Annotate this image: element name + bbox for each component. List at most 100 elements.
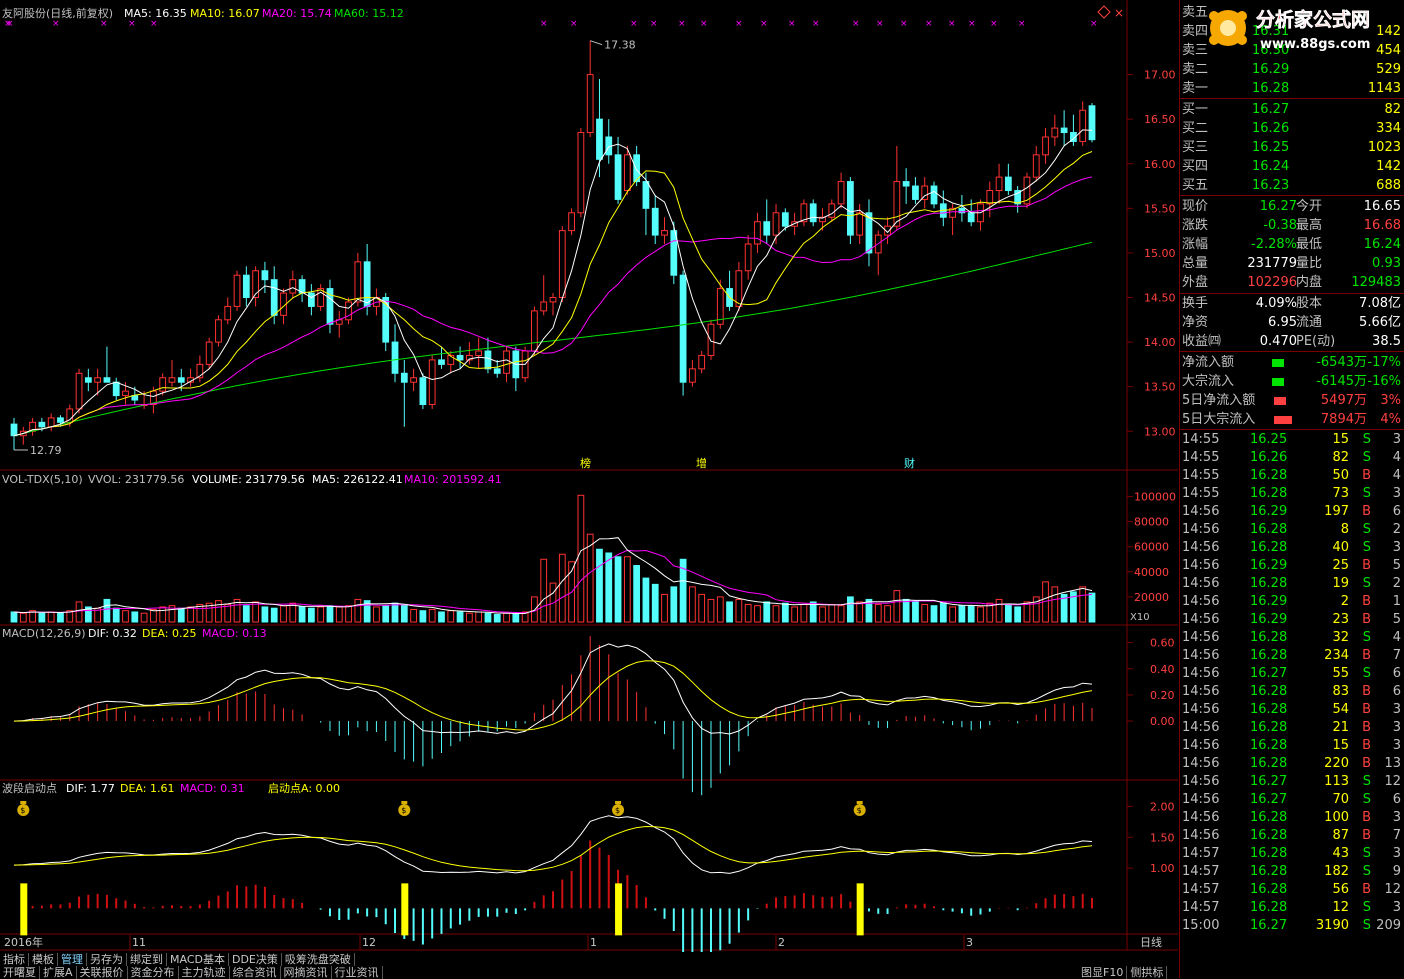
tab-manage[interactable]: 管理 (58, 953, 87, 966)
tick-volume: 182 (1324, 864, 1349, 879)
tab-indicator[interactable]: 指标 (0, 953, 29, 966)
ask-volume: 529 (1376, 62, 1401, 77)
tab-row2-2[interactable]: 关联报价 (77, 966, 128, 979)
tab-accumulate[interactable]: 吸筹洗盘突破 (282, 953, 355, 966)
price-tick: 16.00 (1144, 158, 1176, 171)
ask-price: 16.28 (1252, 81, 1290, 96)
volume-tick: 100000 (1134, 491, 1176, 504)
event-marker-bang[interactable]: 榜 (580, 456, 591, 470)
candle (224, 297, 232, 325)
stat-row: 换手 4.09% 股本 7.08亿 (1180, 295, 1404, 313)
tick-volume: 56 (1332, 882, 1349, 897)
tab-dde[interactable]: DDE决策 (229, 953, 282, 966)
tick-side: B (1362, 648, 1371, 663)
close-icon[interactable]: × (1114, 6, 1124, 20)
period-label[interactable]: 日线 (1140, 935, 1162, 949)
stat-value: 4.09% (1255, 296, 1297, 311)
bid-volume: 1023 (1367, 140, 1401, 155)
window-control-icons[interactable]: × (1097, 5, 1124, 20)
restore-icon[interactable] (1097, 5, 1111, 19)
tab-template[interactable]: 模板 (29, 953, 58, 966)
volume-bar (846, 596, 854, 623)
date-label-nov: 11 (132, 936, 146, 949)
vol-ma5-readout: MA5: 226122.41 (312, 473, 403, 486)
candle (1051, 114, 1059, 146)
tick-count: 1 (1392, 594, 1401, 609)
tab-row2-5[interactable]: 综合资讯 (230, 966, 281, 979)
tab-row2-3[interactable]: 资金分布 (128, 966, 179, 979)
volume-tick: 80000 (1134, 516, 1169, 529)
candle (726, 270, 733, 311)
volume-bar (493, 613, 501, 623)
x-marker: × (1018, 19, 1026, 29)
tab-side[interactable]: 侧拱标 (1127, 966, 1168, 979)
volume-bar (177, 607, 185, 623)
chart-area[interactable]: 友阿股份(日线,前复权) MA5: 16.35 MA10: 16.07 MA20… (0, 0, 1178, 954)
tick-price: 16.25 (1250, 432, 1288, 447)
tab-bind-to[interactable]: 绑定到 (127, 953, 167, 966)
tick-time: 14:56 (1182, 666, 1220, 681)
candle (661, 217, 668, 244)
tick-volume: 113 (1324, 774, 1349, 789)
volume-bar (261, 606, 269, 623)
volume-tick: 60000 (1134, 541, 1169, 554)
watermark-url: www.88gs.com (1260, 37, 1370, 52)
flow-pct: 3% (1380, 393, 1401, 408)
tick-side: S (1362, 540, 1371, 555)
tick-row: 14:55 16.26 82 S 4 (1180, 449, 1404, 466)
candle (419, 373, 427, 409)
money-bag-icons: $ $ $ $ (17, 801, 866, 816)
tab-save-as[interactable]: 另存为 (87, 953, 127, 966)
tick-volume: 2 (1340, 594, 1349, 609)
tick-time: 14:56 (1182, 594, 1220, 609)
watermark-logo: 分析家公式网 www.88gs.com (1209, 8, 1370, 52)
tab-macd-basic[interactable]: MACD基本 (167, 953, 229, 966)
tick-volume: 8 (1340, 522, 1349, 537)
candle (837, 172, 845, 209)
volume-bar (651, 583, 659, 623)
tab-row2-6[interactable]: 网摘资讯 (281, 966, 332, 979)
candle (261, 261, 269, 294)
tab-row2-1[interactable]: 扩展A (40, 966, 77, 979)
candle (707, 319, 715, 360)
volume-bar (391, 602, 399, 623)
candle (168, 359, 176, 387)
volume-bar (689, 586, 696, 623)
tab-f10[interactable]: 图显F10 (1078, 966, 1128, 979)
stat-value: 6.95 (1268, 315, 1297, 330)
low-annotation: 12.79 (30, 444, 62, 457)
price-tick: 15.00 (1144, 247, 1176, 260)
tick-row: 14:56 16.28 87 B 7 (1180, 827, 1404, 844)
ma60-line (13, 241, 1093, 437)
volume-bar (122, 610, 129, 623)
tab-row2-0[interactable]: 开曙夏 (0, 966, 40, 979)
candlesticks (10, 40, 1096, 451)
tick-time: 14:56 (1182, 774, 1220, 789)
candle (698, 351, 706, 374)
volume-bar (1014, 606, 1022, 623)
tick-price: 16.28 (1250, 522, 1288, 537)
volume-bar (475, 611, 483, 623)
wave-lines (13, 815, 1093, 874)
tick-row: 14:56 16.27 113 S 12 (1180, 773, 1404, 790)
macd-indicator-name: MACD(12,26,9) (2, 627, 86, 640)
candle (1070, 114, 1077, 146)
flow-row: 大宗流入 -6145万 -16% (1180, 373, 1404, 391)
volume-bar (503, 612, 510, 623)
wave-tick: 1.00 (1150, 862, 1175, 875)
tick-row: 14:56 16.29 197 B 6 (1180, 503, 1404, 520)
tick-price: 16.28 (1250, 540, 1288, 555)
tick-time: 14:55 (1182, 450, 1220, 465)
candle (1042, 128, 1049, 164)
tick-side: B (1362, 738, 1371, 753)
tick-side: B (1362, 468, 1371, 483)
ask-label: 卖二 (1182, 62, 1209, 77)
volume-bar (289, 602, 297, 623)
tick-volume: 21 (1332, 720, 1349, 735)
event-marker-cai[interactable]: 财 (904, 456, 915, 470)
event-marker-zeng[interactable]: 增 (696, 456, 707, 470)
tab-row-1: 指标 模板 管理 另存为 绑定到 MACD基本 DDE决策 吸筹洗盘突破 (0, 953, 355, 966)
tab-row2-4[interactable]: 主力轨迹 (179, 966, 230, 979)
tab-row2-7[interactable]: 行业资讯 (332, 966, 383, 979)
tick-volume: 83 (1332, 684, 1349, 699)
